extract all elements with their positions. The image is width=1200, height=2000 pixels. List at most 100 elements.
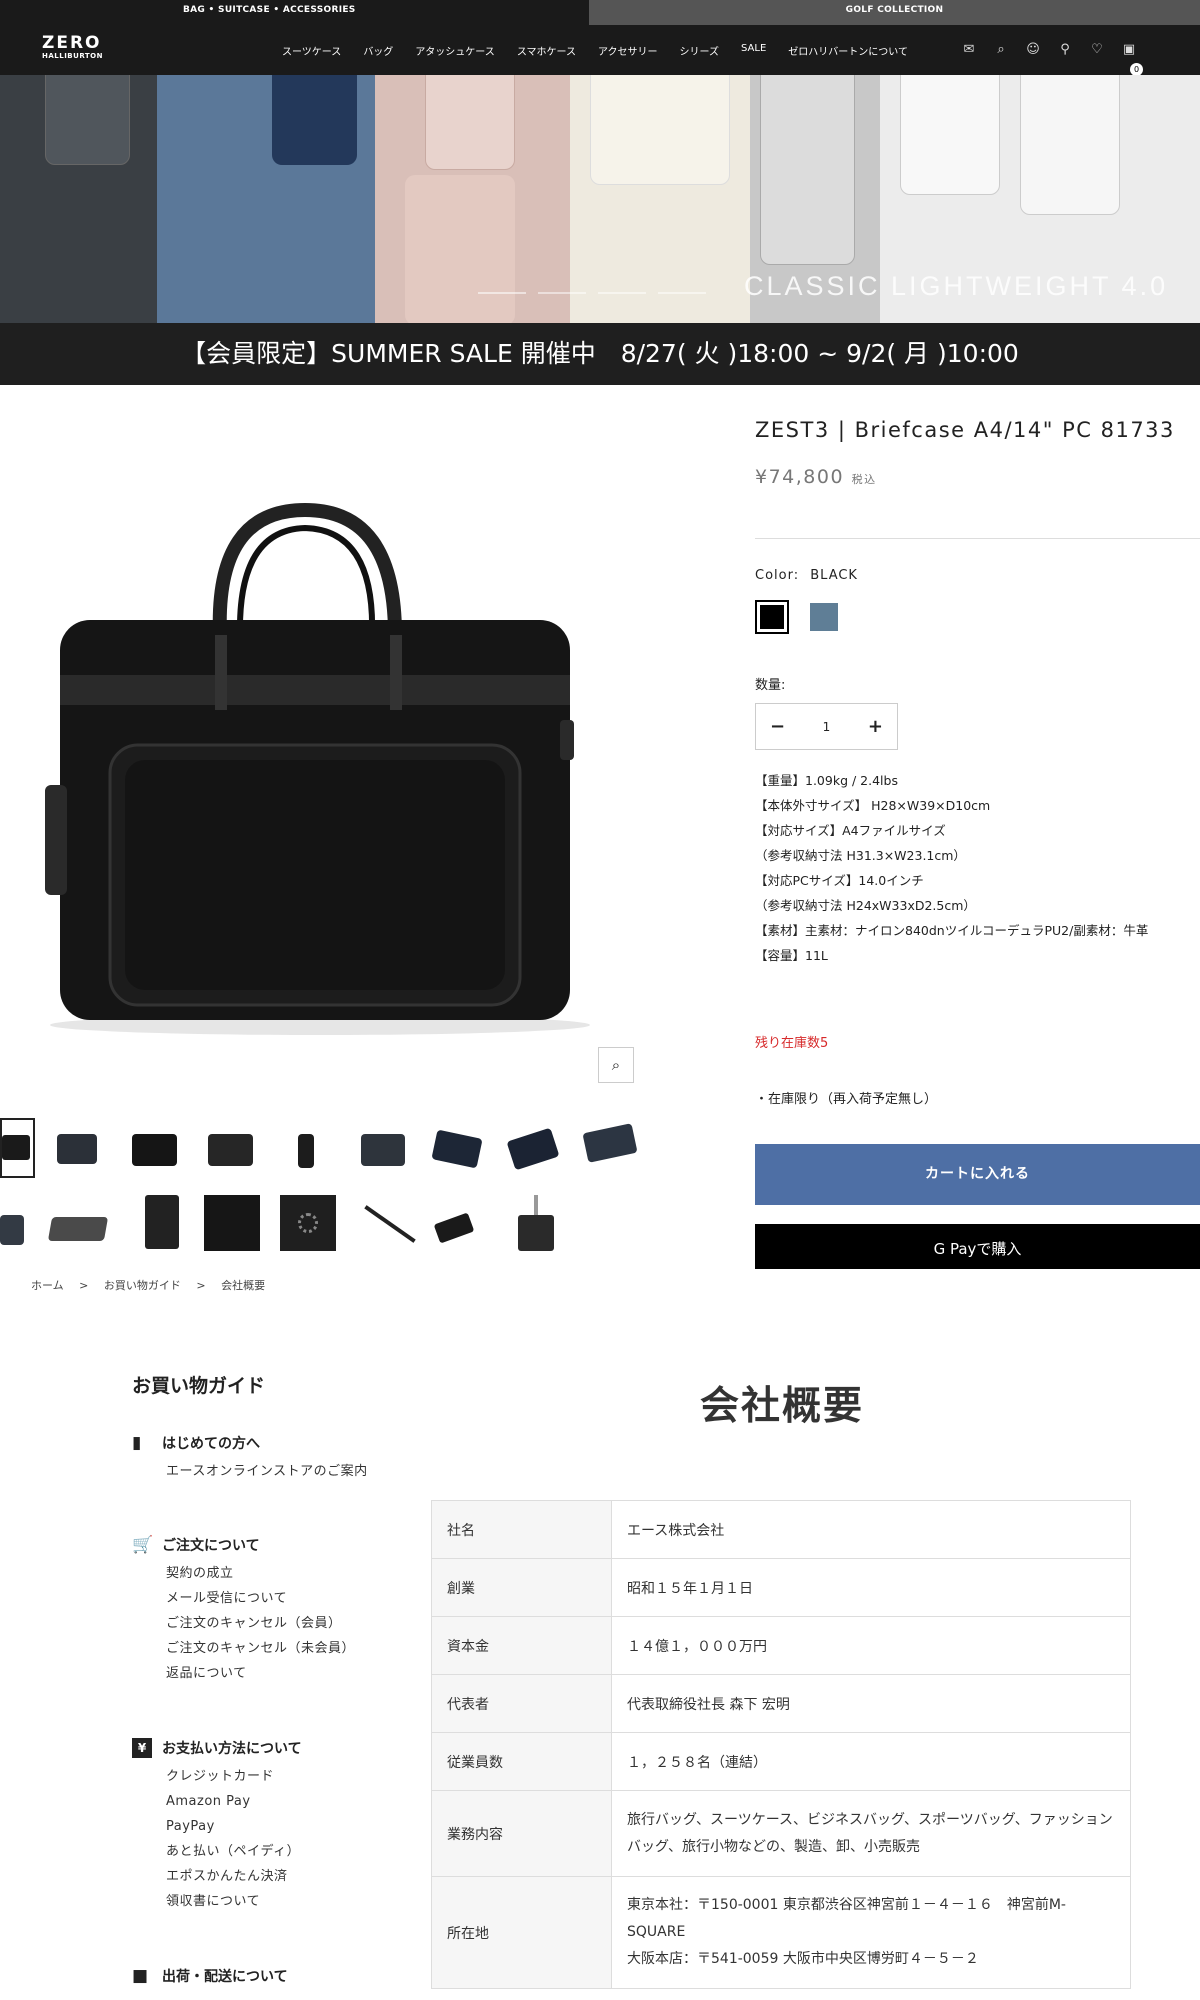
- guide-link[interactable]: クレジットカード: [132, 1764, 302, 1789]
- zoom-icon: ⌕: [611, 1056, 621, 1074]
- guide-link[interactable]: ご注文のキャンセル（会員）: [132, 1611, 355, 1636]
- nav-item-sale[interactable]: SALE: [741, 43, 766, 58]
- product-title: ZEST3 | Briefcase A4/14" PC 81733: [755, 418, 1175, 442]
- guide-link[interactable]: エポスかんたん決済: [132, 1864, 302, 1889]
- guide-link[interactable]: 契約の成立: [132, 1561, 355, 1586]
- breadcrumb: ホーム > お買い物ガイド > 会社概要: [31, 1277, 277, 1293]
- nav-item-about[interactable]: ゼロハリバートンについて: [788, 43, 908, 58]
- thumbnail[interactable]: [0, 1207, 28, 1251]
- breadcrumb-home[interactable]: ホーム: [31, 1279, 64, 1292]
- mail-icon[interactable]: ✉: [960, 41, 978, 59]
- spec-line: 【対応PCサイズ】14.0インチ: [755, 873, 924, 888]
- guide-link[interactable]: あと払い（ペイディ）: [132, 1839, 302, 1864]
- tax-label: 税込: [851, 473, 877, 486]
- guide-link[interactable]: Amazon Pay: [132, 1789, 302, 1814]
- main-nav: スーツケース バッグ アタッシュケース スマホケース アクセサリー シリーズ S…: [282, 43, 930, 58]
- color-swatch-black[interactable]: [755, 600, 789, 634]
- color-swatch-blue[interactable]: [807, 600, 841, 634]
- spec-line: 【素材】主素材：ナイロン840dnツイルコーデュラPU2/副素材：牛革: [755, 923, 1149, 938]
- search-icon[interactable]: ⌕: [992, 41, 1010, 59]
- guide-section-shipping: ■ 出荷・配送について: [132, 1966, 288, 1986]
- table-row: 社名 エース株式会社: [431, 1500, 1131, 1559]
- row-value: 旅行バッグ、スーツケース、ビジネスバッグ、スポーツバッグ、ファッションバッグ、旅…: [611, 1790, 1131, 1877]
- color-value: BLACK: [810, 568, 858, 583]
- thumbnail[interactable]: [132, 1122, 182, 1170]
- nav-item-bag[interactable]: バッグ: [363, 43, 393, 58]
- thumbnail[interactable]: [145, 1195, 185, 1253]
- nav-item-attache[interactable]: アタッシュケース: [415, 43, 495, 58]
- guide-link[interactable]: 返品について: [132, 1661, 355, 1686]
- row-label: 所在地: [431, 1876, 612, 1989]
- nav-item-suitcase[interactable]: スーツケース: [282, 43, 341, 58]
- breadcrumb-separator: >: [196, 1279, 206, 1292]
- carousel-dot[interactable]: [598, 292, 646, 294]
- thumbnail[interactable]: [506, 1126, 560, 1171]
- guide-section-payment: ¥ お支払い方法について クレジットカード Amazon Pay PayPay あ…: [132, 1738, 302, 1914]
- cart-icon[interactable]: ▣: [1120, 41, 1138, 59]
- product-main-image[interactable]: [0, 420, 640, 1060]
- google-pay-button[interactable]: G Payで購入: [755, 1224, 1200, 1269]
- table-row: 資本金 １４億１，０００万円: [431, 1616, 1131, 1675]
- breadcrumb-guide[interactable]: お買い物ガイド: [104, 1279, 181, 1292]
- nav-item-phone-case[interactable]: スマホケース: [517, 43, 576, 58]
- quantity-minus-button[interactable]: −: [770, 716, 785, 737]
- row-value: 大阪本店：〒541-0059 大阪市中央区博労町４－５－２: [627, 1951, 979, 1967]
- thumbnail[interactable]: [47, 1207, 110, 1247]
- thumbnail[interactable]: [582, 1120, 639, 1164]
- top-bar-golf-link[interactable]: GOLF COLLECTION: [589, 0, 1200, 25]
- stock-remaining: 残り在庫数5: [755, 1036, 829, 1051]
- guide-link[interactable]: 領収書について: [132, 1889, 302, 1914]
- logo-subtext: HALLIBURTON: [42, 52, 103, 60]
- logo-text: ZERO: [42, 33, 102, 53]
- location-icon[interactable]: ⚲: [1056, 41, 1074, 59]
- carousel-dots: [478, 292, 706, 294]
- add-to-cart-button[interactable]: カートに入れる: [755, 1144, 1200, 1205]
- top-bar-brand-link[interactable]: BAG • SUITCASE • ACCESSORIES: [0, 0, 589, 25]
- quantity-plus-button[interactable]: +: [868, 716, 883, 737]
- thumbnail[interactable]: [298, 1126, 318, 1170]
- truck-icon: ■: [132, 1966, 149, 1986]
- thumbnail[interactable]: [57, 1128, 101, 1166]
- guide-section-title: 出荷・配送について: [162, 1969, 288, 1985]
- table-row: 業務内容 旅行バッグ、スーツケース、ビジネスバッグ、スポーツバッグ、ファッションバ…: [431, 1790, 1131, 1877]
- carousel-dot[interactable]: [538, 292, 586, 294]
- hero-carousel[interactable]: CLASSIC LIGHTWEIGHT 4.0: [0, 75, 1200, 323]
- spec-line: （参考収納寸法 H24xW33xD2.5cm）: [755, 898, 976, 913]
- logo[interactable]: ZERO HALLIBURTON: [42, 33, 103, 61]
- row-label: 代表者: [431, 1674, 612, 1733]
- thumbnail[interactable]: [360, 1200, 416, 1246]
- guide-link[interactable]: メール受信について: [132, 1586, 355, 1611]
- sale-banner[interactable]: 【会員限定】SUMMER SALE 開催中 8/27( 火 )18:00 ~ 9…: [0, 323, 1200, 385]
- nav-item-accessory[interactable]: アクセサリー: [598, 43, 658, 58]
- thumbnail[interactable]: [0, 1118, 35, 1178]
- thumbnail[interactable]: [431, 1126, 484, 1170]
- top-bar: BAG • SUITCASE • ACCESSORIES GOLF COLLEC…: [0, 0, 1200, 25]
- color-label: Color:: [755, 568, 800, 583]
- carousel-dot[interactable]: [658, 292, 706, 294]
- breadcrumb-current: 会社概要: [221, 1279, 266, 1292]
- guide-section-order: 🛒 ご注文について 契約の成立 メール受信について ご注文のキャンセル（会員） ご…: [132, 1535, 355, 1686]
- carousel-dot[interactable]: [478, 292, 526, 294]
- nav-item-series[interactable]: シリーズ: [680, 43, 720, 58]
- thumbnail[interactable]: [208, 1122, 258, 1170]
- product-price: ¥74,800 税込: [755, 466, 877, 488]
- cart-icon: 🛒: [132, 1535, 154, 1555]
- guide-link[interactable]: エースオンラインストアのご案内: [132, 1459, 368, 1484]
- thumbnail[interactable]: [518, 1195, 558, 1255]
- row-label: 従業員数: [431, 1732, 612, 1791]
- zoom-button[interactable]: ⌕: [598, 1047, 634, 1083]
- spec-line: 【重量】1.09kg / 2.4lbs: [755, 773, 898, 788]
- thumbnail[interactable]: [433, 1210, 476, 1244]
- quantity-value[interactable]: 1: [823, 720, 831, 734]
- guide-link[interactable]: ご注文のキャンセル（未会員）: [132, 1636, 355, 1661]
- thumbnail[interactable]: [280, 1195, 336, 1251]
- heart-icon[interactable]: ♡: [1088, 41, 1106, 59]
- thumbnail[interactable]: [204, 1195, 260, 1251]
- account-icon[interactable]: ☺: [1024, 41, 1042, 59]
- briefcase-illustration: [45, 502, 590, 1035]
- guide-link[interactable]: PayPay: [132, 1814, 302, 1839]
- hero-panel-pink: [375, 75, 570, 323]
- page-title: 会社概要: [700, 1384, 865, 1429]
- thumbnail[interactable]: [361, 1128, 407, 1168]
- table-row: 従業員数 １，２５８名（連結）: [431, 1732, 1131, 1791]
